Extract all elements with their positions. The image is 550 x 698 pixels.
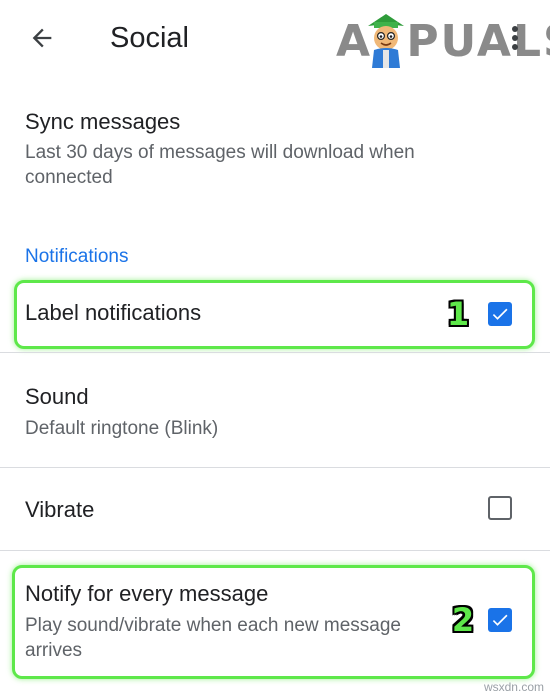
back-button[interactable] <box>18 14 66 62</box>
vibrate-title: Vibrate <box>25 497 95 522</box>
sound-title: Sound <box>25 384 89 409</box>
mascot-icon <box>368 14 404 68</box>
sync-messages-title: Sync messages <box>25 109 181 134</box>
arrow-back-icon <box>32 28 52 48</box>
notifications-section-header: Notifications <box>25 246 129 267</box>
sync-messages-item[interactable]: Sync messages Last 30 days of messages w… <box>0 96 550 206</box>
more-vert-icon <box>512 26 518 50</box>
annotation-marker-1: 1 <box>446 295 470 333</box>
vibrate-checkbox[interactable] <box>488 496 512 520</box>
annotation-marker-2: 2 <box>451 601 475 639</box>
sound-summary: Default ringtone (Blink) <box>25 418 219 439</box>
app-bar: Social APPUALS <box>0 0 550 78</box>
vibrate-item[interactable]: Vibrate <box>0 468 550 550</box>
overflow-menu-button[interactable] <box>498 18 532 58</box>
watermark-text: wsxdn.com <box>483 680 544 694</box>
sync-messages-summary: Last 30 days of messages will download w… <box>25 142 415 188</box>
divider <box>0 550 550 551</box>
page-title: Social <box>110 22 189 54</box>
sound-item[interactable]: Sound Default ringtone (Blink) <box>0 353 550 467</box>
